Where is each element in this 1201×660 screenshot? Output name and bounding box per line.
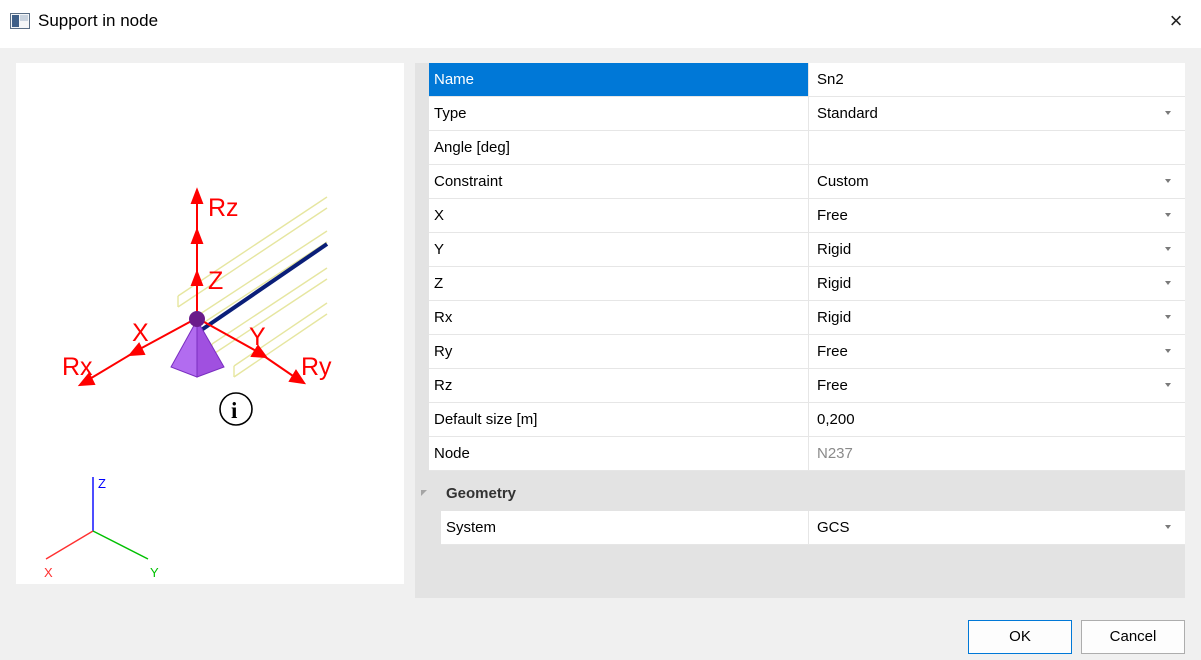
prop-value-select[interactable]: Free xyxy=(810,199,1185,232)
prop-value-input[interactable]: Sn2 xyxy=(810,63,1185,96)
window-title: Support in node xyxy=(38,11,159,30)
chevron-down-icon[interactable] xyxy=(1165,179,1171,183)
collapse-triangle-icon[interactable] xyxy=(421,490,427,496)
prop-row-x[interactable]: X Free xyxy=(429,199,1185,233)
prop-label: Node xyxy=(429,437,809,470)
ok-button[interactable]: OK xyxy=(968,620,1072,654)
axis-indicator xyxy=(45,477,149,560)
chevron-down-icon[interactable] xyxy=(1165,383,1171,387)
prop-row-rx[interactable]: Rx Rigid xyxy=(429,301,1185,335)
prop-value-select[interactable]: Rigid xyxy=(810,233,1185,266)
info-badge-letter: i xyxy=(231,398,238,423)
prop-row-angle[interactable]: Angle [deg] xyxy=(429,131,1185,165)
property-grid: Name Sn2 Type Standard Angle [deg] Const… xyxy=(415,63,1185,598)
prop-label: Type xyxy=(429,97,809,130)
prop-row-name[interactable]: Name Sn2 xyxy=(429,63,1185,97)
axis-label-x: X xyxy=(44,565,53,580)
support-preview-drawing: Rz Z X Y Rx Ry i Z X Y xyxy=(44,187,332,580)
prop-row-node: Node N237 xyxy=(429,437,1185,471)
axis-label-z: Z xyxy=(98,476,106,491)
prop-label: Angle [deg] xyxy=(429,131,809,164)
prop-value-input[interactable] xyxy=(810,131,1185,164)
chevron-down-icon[interactable] xyxy=(1165,349,1171,353)
prop-value-select[interactable]: Standard xyxy=(810,97,1185,130)
close-button[interactable]: × xyxy=(1163,8,1189,34)
chevron-down-icon[interactable] xyxy=(1165,525,1171,529)
prop-value-select[interactable]: Free xyxy=(810,335,1185,368)
prop-row-y[interactable]: Y Rigid xyxy=(429,233,1185,267)
chevron-down-icon[interactable] xyxy=(1165,111,1171,115)
prop-row-rz[interactable]: Rz Free xyxy=(429,369,1185,403)
prop-value-select[interactable]: Free xyxy=(810,369,1185,402)
app-icon xyxy=(10,13,30,29)
prop-value-select[interactable]: GCS xyxy=(810,511,1185,544)
prop-label: Y xyxy=(429,233,809,266)
prop-value-readonly: N237 xyxy=(817,445,853,462)
prop-value-input[interactable]: 0,200 xyxy=(810,403,1185,436)
arrow-label-x: X xyxy=(132,319,149,347)
prop-label: Constraint xyxy=(429,165,809,198)
title-bar: Support in node × xyxy=(0,0,1201,48)
chevron-down-icon[interactable] xyxy=(1165,315,1171,319)
prop-label: System xyxy=(441,511,809,544)
prop-label: Rz xyxy=(429,369,809,402)
prop-value-select[interactable]: Rigid xyxy=(810,301,1185,334)
prop-value-select[interactable]: Rigid xyxy=(810,267,1185,300)
chevron-down-icon[interactable] xyxy=(1165,247,1171,251)
prop-value-select[interactable]: Custom xyxy=(810,165,1185,198)
prop-label: Rx xyxy=(429,301,809,334)
prop-label: Z xyxy=(429,267,809,300)
category-label: Geometry xyxy=(446,485,517,502)
prop-label: Ry xyxy=(429,335,809,368)
arrow-label-rz: Rz xyxy=(208,194,239,222)
prop-row-z[interactable]: Z Rigid xyxy=(429,267,1185,301)
chevron-down-icon[interactable] xyxy=(1165,213,1171,217)
axis-label-y: Y xyxy=(150,565,159,580)
prop-label: X xyxy=(429,199,809,232)
chevron-down-icon[interactable] xyxy=(1165,281,1171,285)
prop-row-default-size[interactable]: Default size [m] 0,200 xyxy=(429,403,1185,437)
prop-row-constraint[interactable]: Constraint Custom xyxy=(429,165,1185,199)
category-geometry[interactable]: Geometry xyxy=(415,477,1185,511)
support-preview: Rz Z X Y Rx Ry i Z X Y xyxy=(16,63,404,584)
arrow-label-rx: Rx xyxy=(62,353,93,381)
prop-row-type[interactable]: Type Standard xyxy=(429,97,1185,131)
arrow-label-y: Y xyxy=(249,323,266,351)
prop-row-system[interactable]: System GCS xyxy=(441,511,1185,545)
arrow-label-z: Z xyxy=(208,267,223,295)
prop-label: Name xyxy=(429,63,809,96)
dialog-body: Rz Z X Y Rx Ry i Z X Y Name Sn2 Type Sta… xyxy=(0,48,1201,660)
prop-row-ry[interactable]: Ry Free xyxy=(429,335,1185,369)
arrow-label-ry: Ry xyxy=(301,353,332,381)
prop-label: Default size [m] xyxy=(429,403,809,436)
cancel-button[interactable]: Cancel xyxy=(1081,620,1185,654)
